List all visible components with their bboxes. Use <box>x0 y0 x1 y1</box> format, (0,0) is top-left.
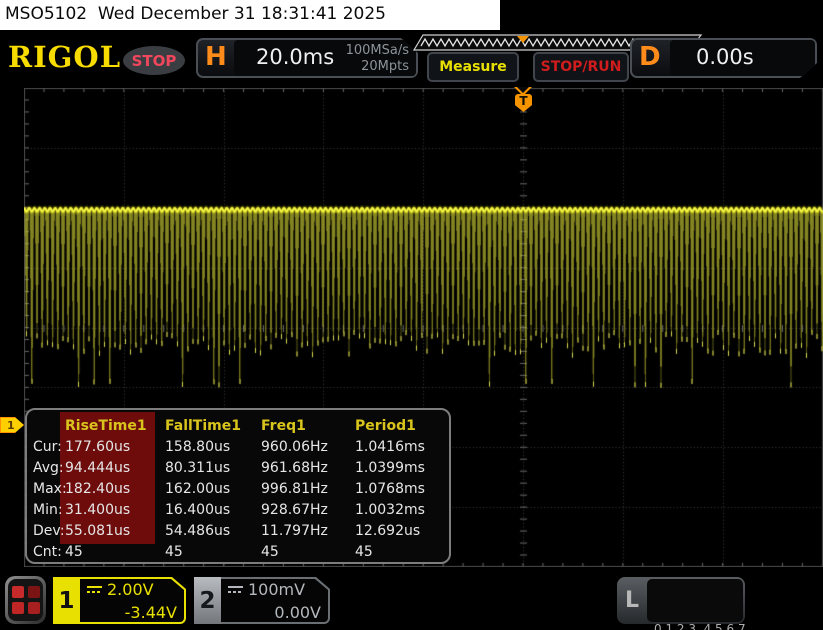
ch2-scale-row: 100mV <box>228 580 305 599</box>
measurement-table: RiseTime1 FallTime1 Freq1 Period1 Cur: 1… <box>27 410 449 562</box>
measure-header-row: RiseTime1 FallTime1 Freq1 Period1 <box>27 415 449 436</box>
measure-row-cur: Cur: 177.60us 158.80us 960.06Hz 1.0416ms <box>27 436 449 457</box>
cell: 12.692us <box>355 522 421 539</box>
measure-col-header: Period1 <box>355 417 416 434</box>
cell: 1.0032ms <box>355 501 425 518</box>
cell: 928.67Hz <box>261 501 328 518</box>
row-label: Dev: <box>33 522 65 539</box>
delay-value: 0.00s <box>696 45 754 69</box>
measurement-panel[interactable]: RiseTime1 FallTime1 Freq1 Period1 Cur: 1… <box>25 408 451 564</box>
cell: 80.311us <box>165 459 231 476</box>
sample-rate-memdepth: 100MSa/s 20Mpts <box>346 43 409 74</box>
row-label: Max: <box>33 480 67 497</box>
cell: 45 <box>355 543 373 560</box>
measure-row-max: Max: 182.40us 162.00us 996.81Hz 1.0768ms <box>27 478 449 499</box>
logic-row-1: 0 1 2 3 4 5 6 7 <box>654 622 746 630</box>
model-and-datetime: MSO5102 Wed December 31 18:31:41 2025 <box>5 4 386 24</box>
rigol-logo: RIGOL <box>8 40 122 74</box>
horizontal-label: H <box>205 42 227 72</box>
sample-rate: 100MSa/s <box>345 43 409 58</box>
delay-panel: 0.00s <box>670 40 815 76</box>
cell: 162.00us <box>165 480 231 497</box>
ch1-offset: -3.44V <box>124 603 177 622</box>
measure-row-avg: Avg: 94.444us 80.311us 961.68Hz 1.0399ms <box>27 457 449 478</box>
row-label: Avg: <box>33 459 64 476</box>
cell: 45 <box>261 543 279 560</box>
channel1-badge[interactable]: 1 2.00V -3.44V <box>53 577 186 624</box>
cell: 996.81Hz <box>261 480 328 497</box>
cell: 55.081us <box>65 522 131 539</box>
logic-label: L <box>624 588 640 613</box>
cell: 16.400us <box>165 501 231 518</box>
memory-depth: 20Mpts <box>361 58 409 74</box>
measure-row-min: Min: 31.400us 16.400us 928.67Hz 1.0032ms <box>27 499 449 520</box>
menu-grid-icon <box>8 579 43 621</box>
cell: 1.0768ms <box>355 480 425 497</box>
ch2-scale: 100mV <box>248 580 306 599</box>
ch2-offset: 0.00V <box>274 603 321 622</box>
cell: 182.40us <box>65 480 131 497</box>
channel2-badge[interactable]: 2 100mV 0.00V <box>194 577 330 624</box>
dc-coupling-icon <box>87 585 102 595</box>
timebase-panel: 20.0ms 100MSa/s 20Mpts <box>234 40 416 76</box>
trigger-delay-box[interactable]: D 0.00s <box>630 38 817 78</box>
row-label: Cnt: <box>33 543 62 560</box>
logic-channel-numbers: 0 1 2 3 4 5 6 7 8 9 1011 12131415 <box>647 579 746 630</box>
row-label: Min: <box>33 501 63 518</box>
cell: 45 <box>65 543 83 560</box>
title-bar: MSO5102 Wed December 31 18:31:41 2025 <box>0 0 500 30</box>
measure-row-dev: Dev: 55.081us 54.486us 11.797Hz 12.692us <box>27 520 449 541</box>
ch1-scale: 2.00V <box>107 580 154 599</box>
timebase-value: 20.0ms <box>256 45 335 69</box>
ch1-scale-row: 2.00V <box>87 580 154 599</box>
horizontal-timebase-box[interactable]: H 20.0ms 100MSa/s 20Mpts <box>196 38 418 78</box>
measure-col-header: Freq1 <box>261 417 306 434</box>
logic-channels-badge[interactable]: L 0 1 2 3 4 5 6 7 8 9 1011 12131415 <box>617 577 746 630</box>
cell: 94.444us <box>65 459 131 476</box>
ch1-number: 1 <box>53 577 80 624</box>
ch2-number: 2 <box>194 577 221 624</box>
cell: 961.68Hz <box>261 459 328 476</box>
cell: 1.0399ms <box>355 459 425 476</box>
delay-label: D <box>639 42 661 72</box>
dc-coupling-icon <box>228 585 243 595</box>
measure-col-header: RiseTime1 <box>65 417 147 434</box>
stop-run-button[interactable]: STOP/RUN <box>533 52 629 82</box>
cell: 45 <box>165 543 183 560</box>
menu-button[interactable] <box>5 576 46 624</box>
cell: 960.06Hz <box>261 438 328 455</box>
cell: 1.0416ms <box>355 438 425 455</box>
row-label: Cur: <box>33 438 62 455</box>
oscilloscope-screen: MSO5102 Wed December 31 18:31:41 2025 RI… <box>0 0 823 630</box>
measure-col-header: FallTime1 <box>165 417 241 434</box>
cell: 177.60us <box>65 438 131 455</box>
cell: 54.486us <box>165 522 231 539</box>
cell: 158.80us <box>165 438 231 455</box>
measure-button[interactable]: Measure <box>427 52 519 82</box>
acquisition-status-badge: STOP <box>123 46 185 75</box>
measure-row-cnt: Cnt: 45 45 45 45 <box>27 541 449 562</box>
ch1-ground-marker[interactable]: 1 <box>0 417 24 433</box>
cell: 31.400us <box>65 501 131 518</box>
cell: 11.797Hz <box>261 522 328 539</box>
